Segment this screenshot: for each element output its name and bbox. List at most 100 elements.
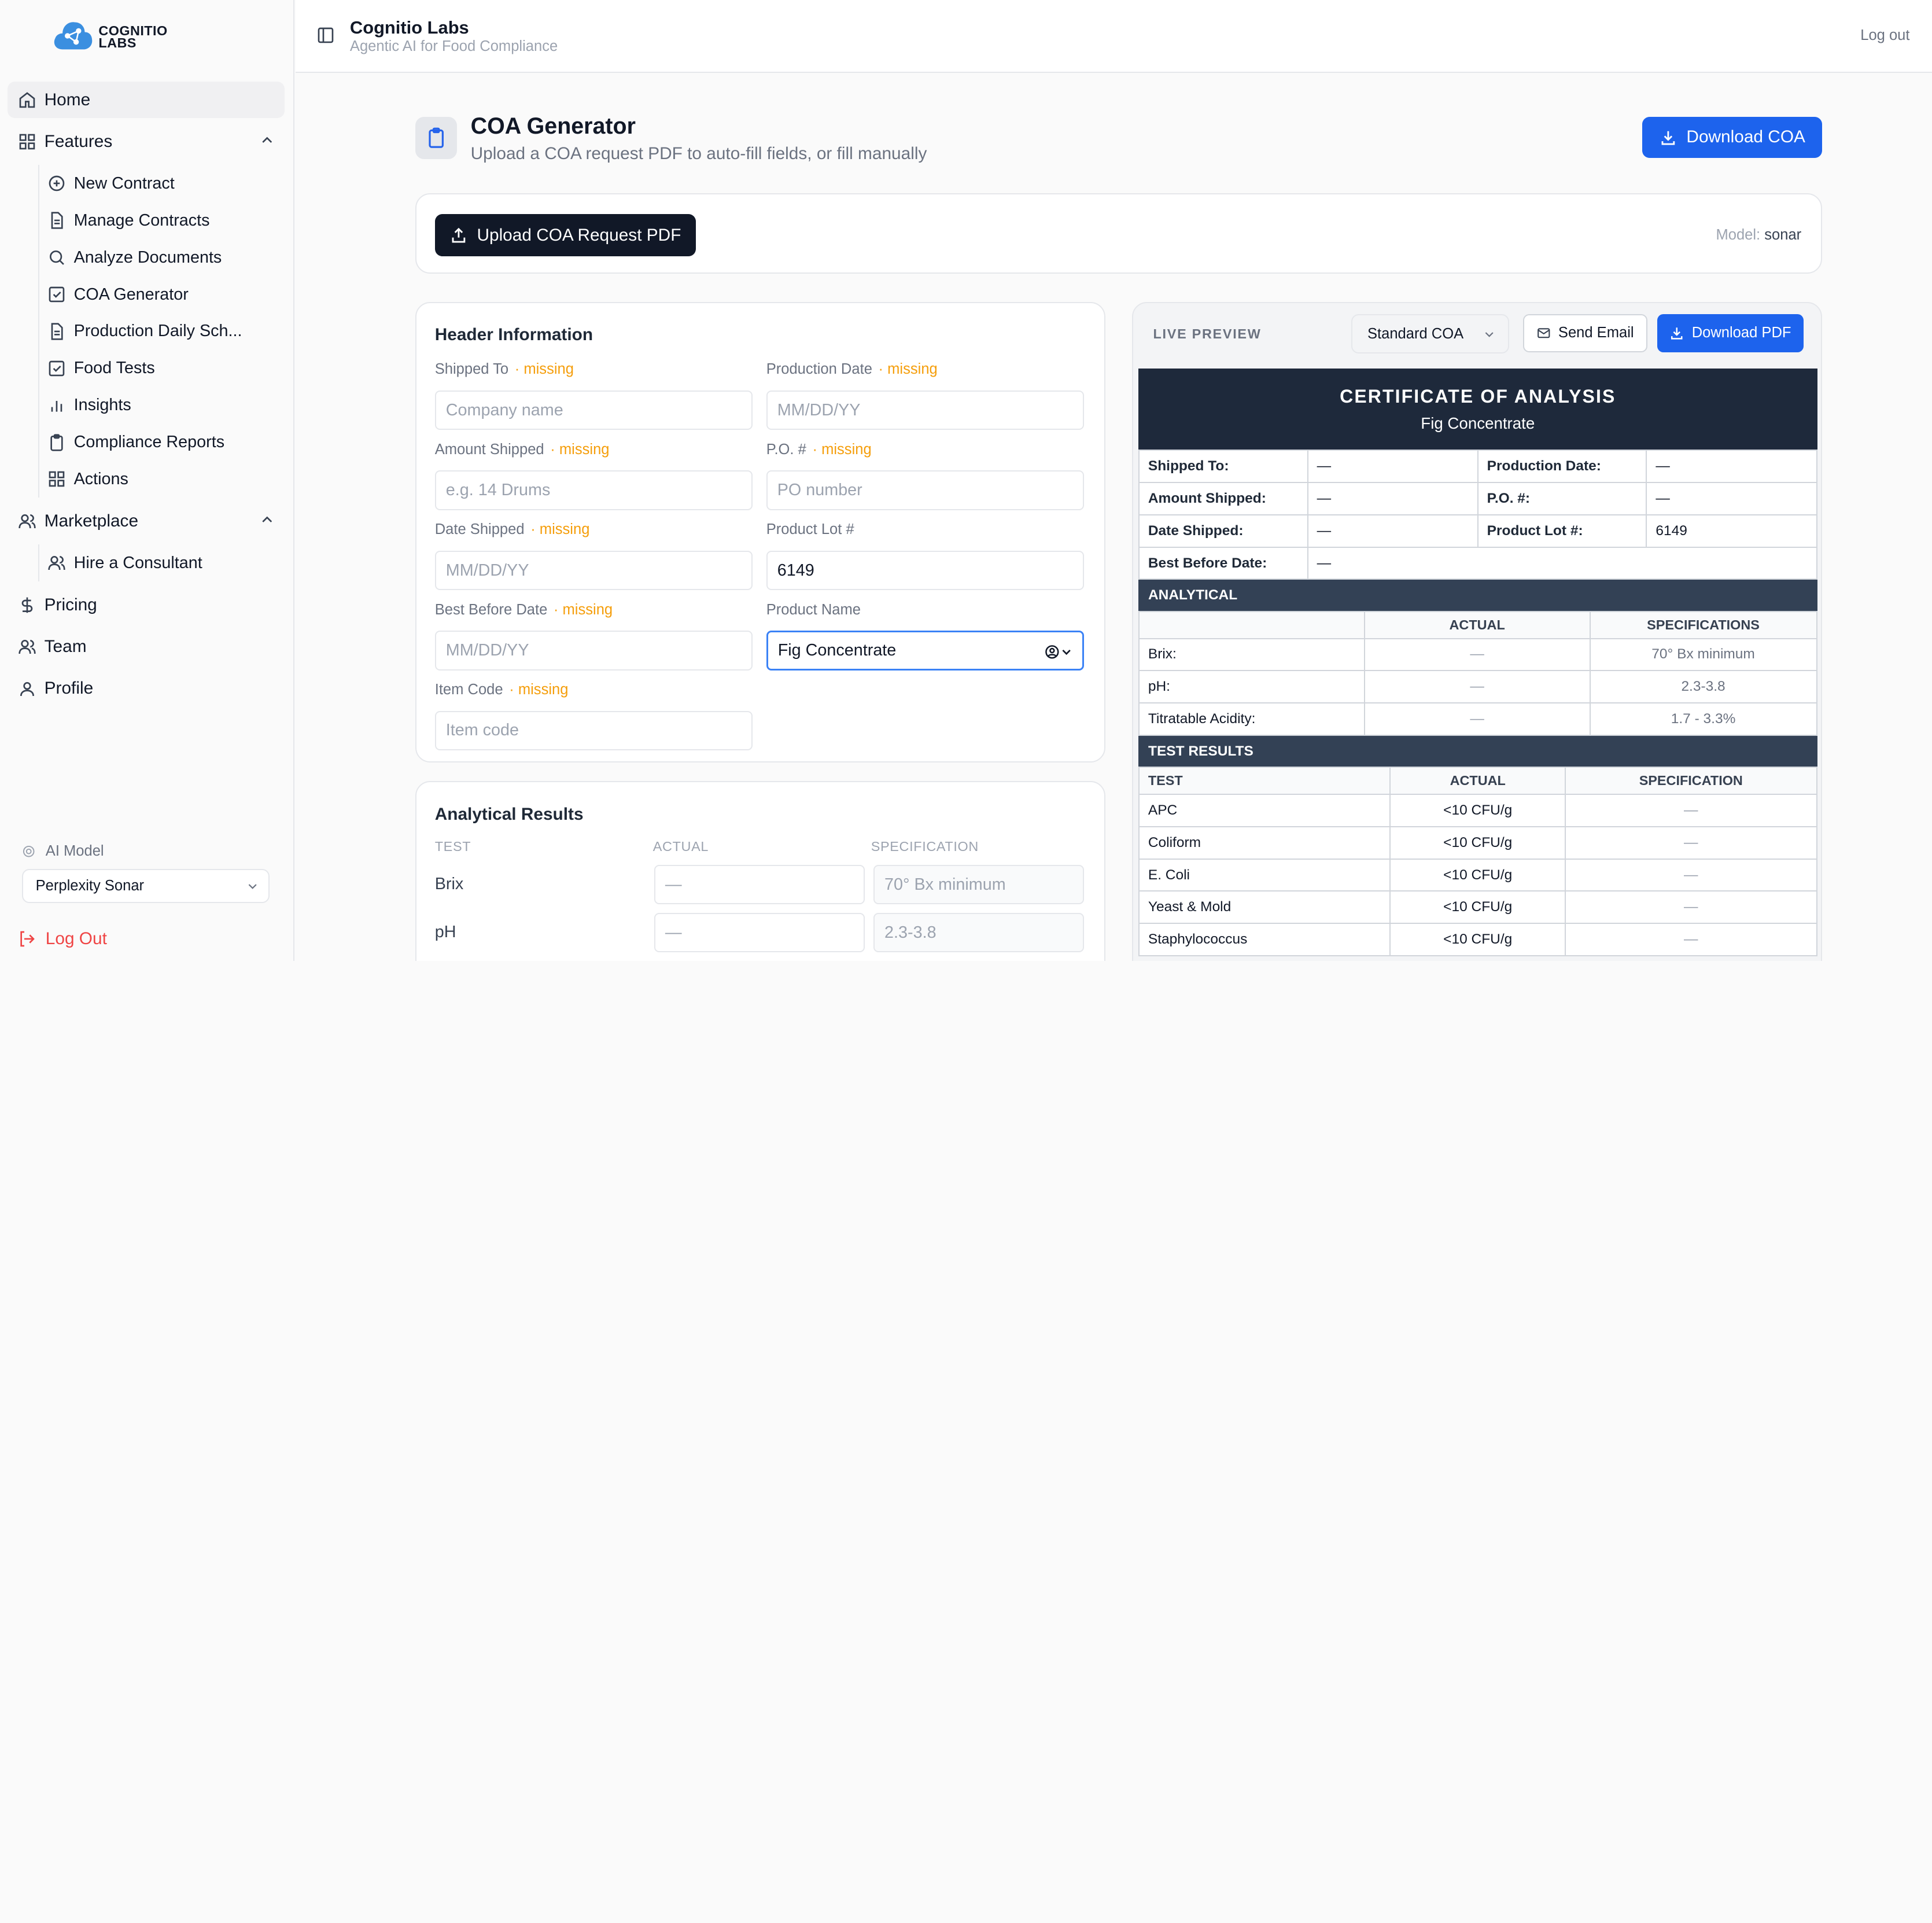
sidebar-nav: Home Features New Contract Manage Contra… <box>7 81 285 712</box>
item-code-field: Item Code · missing Item code <box>434 679 753 750</box>
sidebar-item-team[interactable]: Team <box>8 628 285 665</box>
logout-icon <box>17 930 36 948</box>
missing-badge: · missing <box>550 441 610 458</box>
template-select[interactable]: Standard COA <box>1351 314 1510 354</box>
field-label-text: Shipped To <box>434 361 509 378</box>
sidebar-item-insights[interactable]: Insights <box>47 387 285 424</box>
chevron-up-icon[interactable] <box>260 133 275 153</box>
cell-actual: <10 CFU/g <box>1389 858 1566 892</box>
table-row: Staphylococcus <10 CFU/g — <box>1138 923 1817 957</box>
main-content: COA Generator Upload a COA request PDF t… <box>296 73 1932 962</box>
model-value: sonar <box>1764 226 1802 243</box>
cell-actual: — <box>1363 638 1591 672</box>
analytical-results-title: Analytical Results <box>434 804 584 824</box>
cell-spec: — <box>1564 794 1817 827</box>
product-name-value: Fig Concentrate <box>777 640 897 660</box>
sidebar: COGNITIO LABS Home Features New Contract… <box>0 0 295 962</box>
chevron-up-icon[interactable] <box>260 513 275 532</box>
table-header-row: ACTUAL SPECIFICATIONS <box>1138 610 1817 639</box>
item-code-input[interactable]: Item code <box>434 710 753 750</box>
col-test-header: TEST <box>434 839 471 854</box>
sidebar-toggle-icon[interactable] <box>316 26 335 50</box>
sidebar-logout-button[interactable]: Log Out <box>17 929 107 949</box>
sidebar-item-hire-consultant[interactable]: Hire a Consultant <box>47 544 285 581</box>
file-text-icon <box>47 211 67 230</box>
sidebar-item-label: Profile <box>44 679 94 698</box>
search-icon <box>47 248 67 267</box>
analytical-spec-input[interactable]: 2.3-3.8 <box>873 913 1085 953</box>
download-pdf-label: Download PDF <box>1691 325 1791 341</box>
field-label: Amount Shipped · missing <box>435 439 753 461</box>
autofill-toggle[interactable] <box>1044 644 1072 660</box>
sidebar-item-marketplace[interactable]: Marketplace <box>8 503 285 540</box>
sidebar-item-label: Hire a Consultant <box>73 553 202 572</box>
upload-pdf-button[interactable]: Upload COA Request PDF <box>434 214 696 256</box>
sidebar-item-food-tests[interactable]: Food Tests <box>47 350 285 387</box>
field-label: Best Before Date · missing <box>435 599 753 621</box>
production-date-input[interactable]: MM/DD/YY <box>766 391 1085 430</box>
analytical-actual-input[interactable]: — <box>654 865 865 905</box>
product-name-input[interactable]: Fig Concentrate <box>766 631 1085 671</box>
model-label: Model: <box>1716 226 1761 243</box>
info-key: Date Shipped: <box>1138 514 1308 548</box>
table-row: E. Coli <10 CFU/g — <box>1138 858 1817 892</box>
send-email-button[interactable]: Send Email <box>1522 314 1647 352</box>
field-label-text: Product Lot # <box>766 521 854 538</box>
download-coa-button[interactable]: Download COA <box>1642 117 1823 158</box>
analytical-row-test: Brix <box>434 875 464 894</box>
field-label-text: Production Date <box>766 361 872 378</box>
sidebar-item-pricing[interactable]: Pricing <box>8 587 285 624</box>
download-pdf-button[interactable]: Download PDF <box>1657 314 1804 352</box>
sidebar-item-home[interactable]: Home <box>7 81 285 119</box>
page-subtitle: Upload a COA request PDF to auto-fill fi… <box>470 144 927 164</box>
analytical-spec-input[interactable]: 70° Bx minimum <box>873 865 1085 905</box>
cell-spec: — <box>1564 826 1817 860</box>
sidebar-item-production-daily[interactable]: Production Daily Sch... <box>47 313 285 350</box>
sidebar-item-coa-generator[interactable]: COA Generator <box>47 276 285 313</box>
amount-shipped-input[interactable]: e.g. 14 Drums <box>434 470 753 510</box>
topbar-logout-link[interactable]: Log out <box>1860 27 1909 44</box>
topbar: Cognitio Labs Agentic AI for Food Compli… <box>296 0 1932 73</box>
topbar-title: Cognitio Labs <box>349 17 469 38</box>
info-key: Shipped To: <box>1138 450 1308 484</box>
sidebar-item-profile[interactable]: Profile <box>8 671 285 708</box>
sidebar-item-label: New Contract <box>73 174 175 193</box>
file-text-icon <box>47 322 67 341</box>
sidebar-item-analyze-documents[interactable]: Analyze Documents <box>47 239 285 276</box>
table-row: Brix: — 70° Bx minimum <box>1138 638 1817 672</box>
info-value: 6149 <box>1646 514 1817 548</box>
missing-badge: · missing <box>812 441 872 458</box>
date-shipped-input[interactable]: MM/DD/YY <box>434 550 753 591</box>
best-before-input[interactable]: MM/DD/YY <box>434 631 753 671</box>
sidebar-item-new-contract[interactable]: New Contract <box>47 165 285 202</box>
sidebar-item-actions[interactable]: Actions <box>47 461 285 498</box>
info-value: — <box>1307 450 1479 484</box>
shipped-to-field: Shipped To · missing Company name <box>434 359 753 430</box>
model-indicator: Model: sonar <box>1716 227 1801 244</box>
field-label: Production Date · missing <box>766 359 1085 381</box>
info-value: — <box>1307 546 1817 580</box>
field-label-text: Product Name <box>766 601 861 618</box>
check-square-icon <box>47 359 67 378</box>
analytical-section-header: ANALYTICAL <box>1138 580 1817 611</box>
analytical-actual-input[interactable]: — <box>654 913 865 953</box>
product-lot-input[interactable]: 6149 <box>766 550 1085 591</box>
send-email-label: Send Email <box>1558 325 1634 341</box>
sidebar-item-label: Actions <box>73 469 128 488</box>
po-number-input[interactable]: PO number <box>766 470 1085 510</box>
bar-chart-icon <box>47 396 67 415</box>
grid-icon <box>17 132 37 152</box>
sidebar-item-label: Compliance Reports <box>73 433 225 452</box>
cell-actual: <10 CFU/g <box>1389 890 1566 924</box>
logo[interactable]: COGNITIO LABS <box>51 17 167 57</box>
live-preview-panel: LIVE PREVIEW Standard COA Send Email Dow… <box>1132 301 1823 962</box>
shipped-to-input[interactable]: Company name <box>434 391 753 430</box>
ai-model-select[interactable]: Perplexity Sonar <box>22 868 270 904</box>
page-title: COA Generator <box>470 113 636 139</box>
sidebar-item-manage-contracts[interactable]: Manage Contracts <box>47 202 285 239</box>
table-row: Amount Shipped: — P.O. #: — <box>1138 482 1817 515</box>
sidebar-item-features[interactable]: Features <box>8 123 285 160</box>
info-key: Best Before Date: <box>1138 546 1308 580</box>
cell-test: APC <box>1138 794 1391 827</box>
sidebar-item-compliance-reports[interactable]: Compliance Reports <box>47 424 285 461</box>
